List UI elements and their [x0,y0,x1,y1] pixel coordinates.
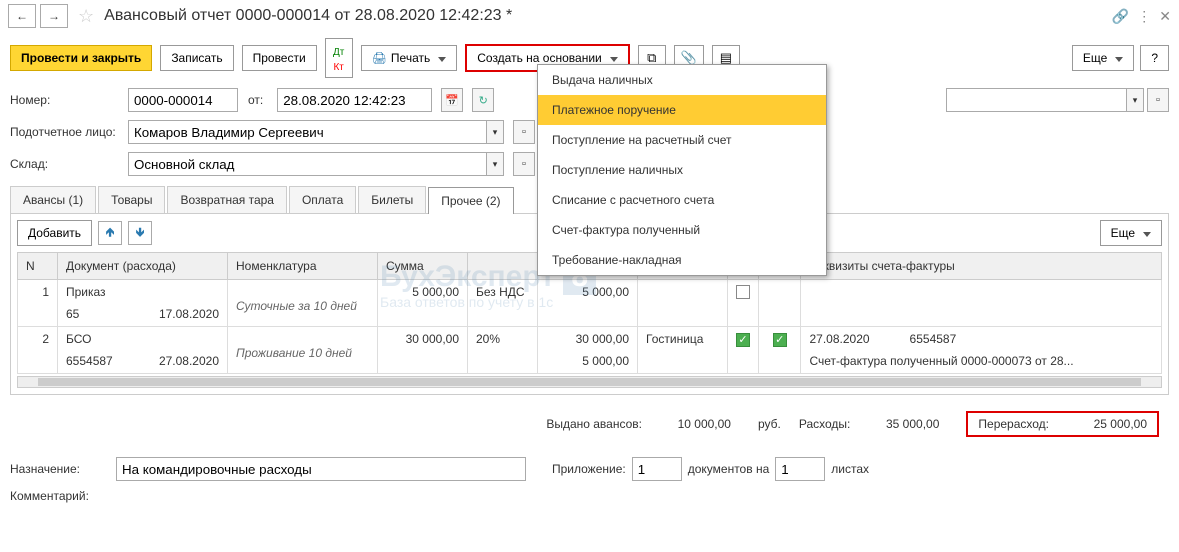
org-input[interactable] [946,88,1126,112]
menu-item[interactable]: Счет-фактура полученный [538,215,826,245]
tab-goods[interactable]: Товары [98,186,165,213]
menu-item[interactable]: Платежное поручение [538,95,826,125]
refresh-icon[interactable]: ↻ [472,88,494,112]
favorite-star-icon[interactable]: ☆ [78,6,94,27]
tab-returnable[interactable]: Возвратная тара [167,186,287,213]
checkbox-icon [736,333,750,347]
help-button[interactable]: ? [1140,45,1169,71]
attachment-input[interactable] [632,457,682,481]
comment-label: Комментарий: [10,489,110,503]
overrun-highlight: Перерасход: 25 000,00 [966,411,1159,437]
menu-item[interactable]: Выдача наличных [538,65,826,95]
sheets-input[interactable] [775,457,825,481]
table-more-button[interactable]: Еще [1100,220,1162,246]
print-button[interactable]: 🖨Печать [361,45,458,71]
open-button[interactable]: ▫ [1147,88,1169,112]
table-row[interactable]: 2 БСО655458727.08.2020 Проживание 10 дне… [18,327,1162,374]
open-button[interactable]: ▫ [513,152,535,176]
row-purpose: Назначение: Приложение: документов на ли… [0,453,1179,485]
move-up-button[interactable]: 🡹 [98,221,122,245]
tab-other[interactable]: Прочее (2) [428,187,513,214]
docs-on-label: документов на [688,462,770,476]
dtkt-button[interactable]: ДтКт [325,38,353,78]
expenses-label: Расходы: [799,417,851,431]
forward-button[interactable]: → [40,4,68,28]
chevron-down-icon[interactable]: ▾ [1126,88,1144,112]
purpose-input[interactable] [116,457,526,481]
tab-tickets[interactable]: Билеты [358,186,426,213]
col-sum[interactable]: Сумма [378,253,468,280]
save-button[interactable]: Записать [160,45,233,71]
currency: руб. [758,417,781,431]
sheets-label: листах [831,462,869,476]
checkbox-icon [736,285,750,299]
submit-button[interactable]: Провести [242,45,317,71]
chevron-down-icon[interactable]: ▾ [486,152,504,176]
window-header: ← → ☆ Авансовый отчет 0000-000014 от 28.… [0,0,1179,32]
chevron-down-icon [1139,226,1151,240]
back-button[interactable]: ← [8,4,36,28]
purpose-label: Назначение: [10,462,110,476]
create-from-menu: Выдача наличных Платежное поручение Пост… [537,64,827,276]
printer-icon: 🖨 [372,51,387,65]
menu-item[interactable]: Списание с расчетного счета [538,185,826,215]
warehouse-label: Склад: [10,157,122,171]
menu-item[interactable]: Требование-накладная [538,245,826,275]
number-label: Номер: [10,93,122,107]
move-down-button[interactable]: 🡻 [128,221,152,245]
date-label: от: [248,93,263,107]
submit-close-button[interactable]: Провести и закрыть [10,45,152,71]
col-nomenclature[interactable]: Номенклатура [228,253,378,280]
kebab-menu-icon[interactable]: ⋮ [1137,8,1151,25]
close-icon[interactable]: ✕ [1159,8,1171,25]
main-toolbar: Провести и закрыть Записать Провести ДтК… [0,32,1179,84]
col-vat[interactable] [468,253,538,280]
menu-item[interactable]: Поступление на расчетный счет [538,125,826,155]
overrun-label: Перерасход: [978,417,1049,431]
document-title: Авансовый отчет 0000-000014 от 28.08.202… [104,7,1108,25]
advances-value: 10 000,00 [660,412,740,436]
person-label: Подотчетное лицо: [10,125,122,139]
tab-payment[interactable]: Оплата [289,186,356,213]
chevron-down-icon [434,51,446,65]
advances-label: Выдано авансов: [546,417,642,431]
expenses-value: 35 000,00 [868,412,948,436]
checkbox-icon [773,333,787,347]
person-input[interactable] [128,120,486,144]
calendar-button[interactable]: 📅 [441,88,463,112]
attachment-label: Приложение: [552,462,626,476]
summary-bar: Выдано авансов: 10 000,00 руб. Расходы: … [10,401,1169,447]
tab-advances[interactable]: Авансы (1) [10,186,96,213]
open-button[interactable]: ▫ [513,120,535,144]
overrun-value: 25 000,00 [1067,417,1147,431]
menu-item[interactable]: Поступление наличных [538,155,826,185]
horizontal-scrollbar[interactable] [17,376,1162,388]
number-input[interactable] [128,88,238,112]
warehouse-input[interactable] [128,152,486,176]
row-comment: Комментарий: [0,485,1179,507]
chevron-down-icon [1111,51,1123,65]
add-button[interactable]: Добавить [17,220,92,246]
chevron-down-icon[interactable]: ▾ [486,120,504,144]
col-doc[interactable]: Документ (расхода) [58,253,228,280]
more-button[interactable]: Еще [1072,45,1134,71]
link-icon[interactable]: 🔗 [1112,8,1129,25]
col-n[interactable]: N [18,253,58,280]
table-row[interactable]: 1 Приказ6517.08.2020 Суточные за 10 дней… [18,280,1162,327]
chevron-down-icon [606,51,618,65]
date-input[interactable] [277,88,432,112]
col-req[interactable]: Реквизиты счета-фактуры [801,253,1162,280]
